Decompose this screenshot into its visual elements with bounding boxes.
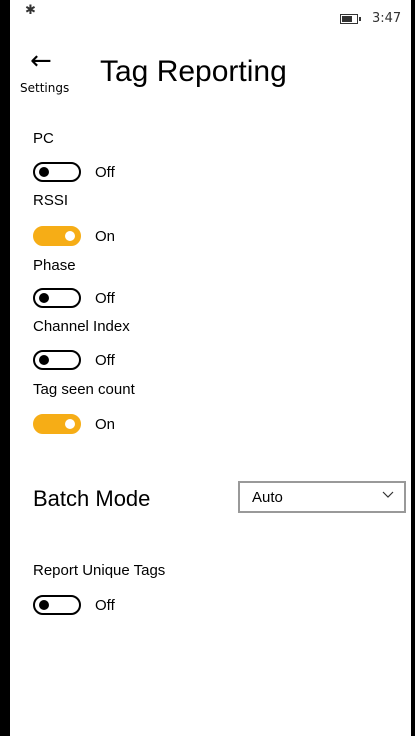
batch-mode-value: Auto [252,489,283,506]
setting-label-pc: PC [33,130,54,147]
toggle-channel-index[interactable]: Off [33,348,115,372]
bluetooth-icon: ✱ [25,3,36,18]
chevron-down-icon [382,491,394,498]
toggle-knob [39,293,49,303]
setting-label-report-unique-tags: Report Unique Tags [33,562,166,579]
toggle-state-channel-index: Off [95,351,115,369]
toggle-switch-pc[interactable] [33,162,81,182]
page-title: Tag Reporting [100,55,287,88]
toggle-state-pc: Off [95,163,115,181]
status-bar: ✱ 3:47 [10,0,411,36]
toggle-state-tag-seen-count: On [95,415,116,433]
setting-label-rssi: RSSI [33,192,69,209]
toggle-knob [65,419,75,429]
device-frame-left [0,0,10,736]
batch-mode-label: Batch Mode [33,486,151,511]
setting-label-channel-index: Channel Index [33,318,130,335]
toggle-switch-report-unique-tags[interactable] [33,595,81,615]
toggle-report-unique-tags[interactable]: Off [33,593,115,617]
setting-label-tag-seen-count: Tag seen count [33,381,135,398]
toggle-tag-seen-count[interactable]: On [33,412,115,436]
setting-label-phase: Phase [33,257,76,274]
battery-icon [340,14,361,24]
toggle-rssi[interactable]: On [33,224,115,248]
toggle-state-rssi: On [95,227,116,245]
device-frame-right [411,0,415,736]
toggle-state-report-unique-tags: Off [95,596,115,614]
batch-mode-dropdown[interactable]: Auto [238,481,406,513]
back-arrow-icon: ← [30,46,52,76]
toggle-pc[interactable]: Off [33,160,115,184]
toggle-knob [39,600,49,610]
toggle-knob [39,355,49,365]
toggle-knob [65,231,75,241]
back-button[interactable]: ← Settings [10,48,80,100]
toggle-state-phase: Off [95,289,115,307]
toggle-switch-channel-index[interactable] [33,350,81,370]
status-time: 3:47 [372,11,402,26]
back-label: Settings [20,81,70,95]
toggle-knob [39,167,49,177]
toggle-switch-tag-seen-count[interactable] [33,414,81,434]
toggle-switch-rssi[interactable] [33,226,81,246]
toggle-phase[interactable]: Off [33,286,115,310]
toggle-switch-phase[interactable] [33,288,81,308]
